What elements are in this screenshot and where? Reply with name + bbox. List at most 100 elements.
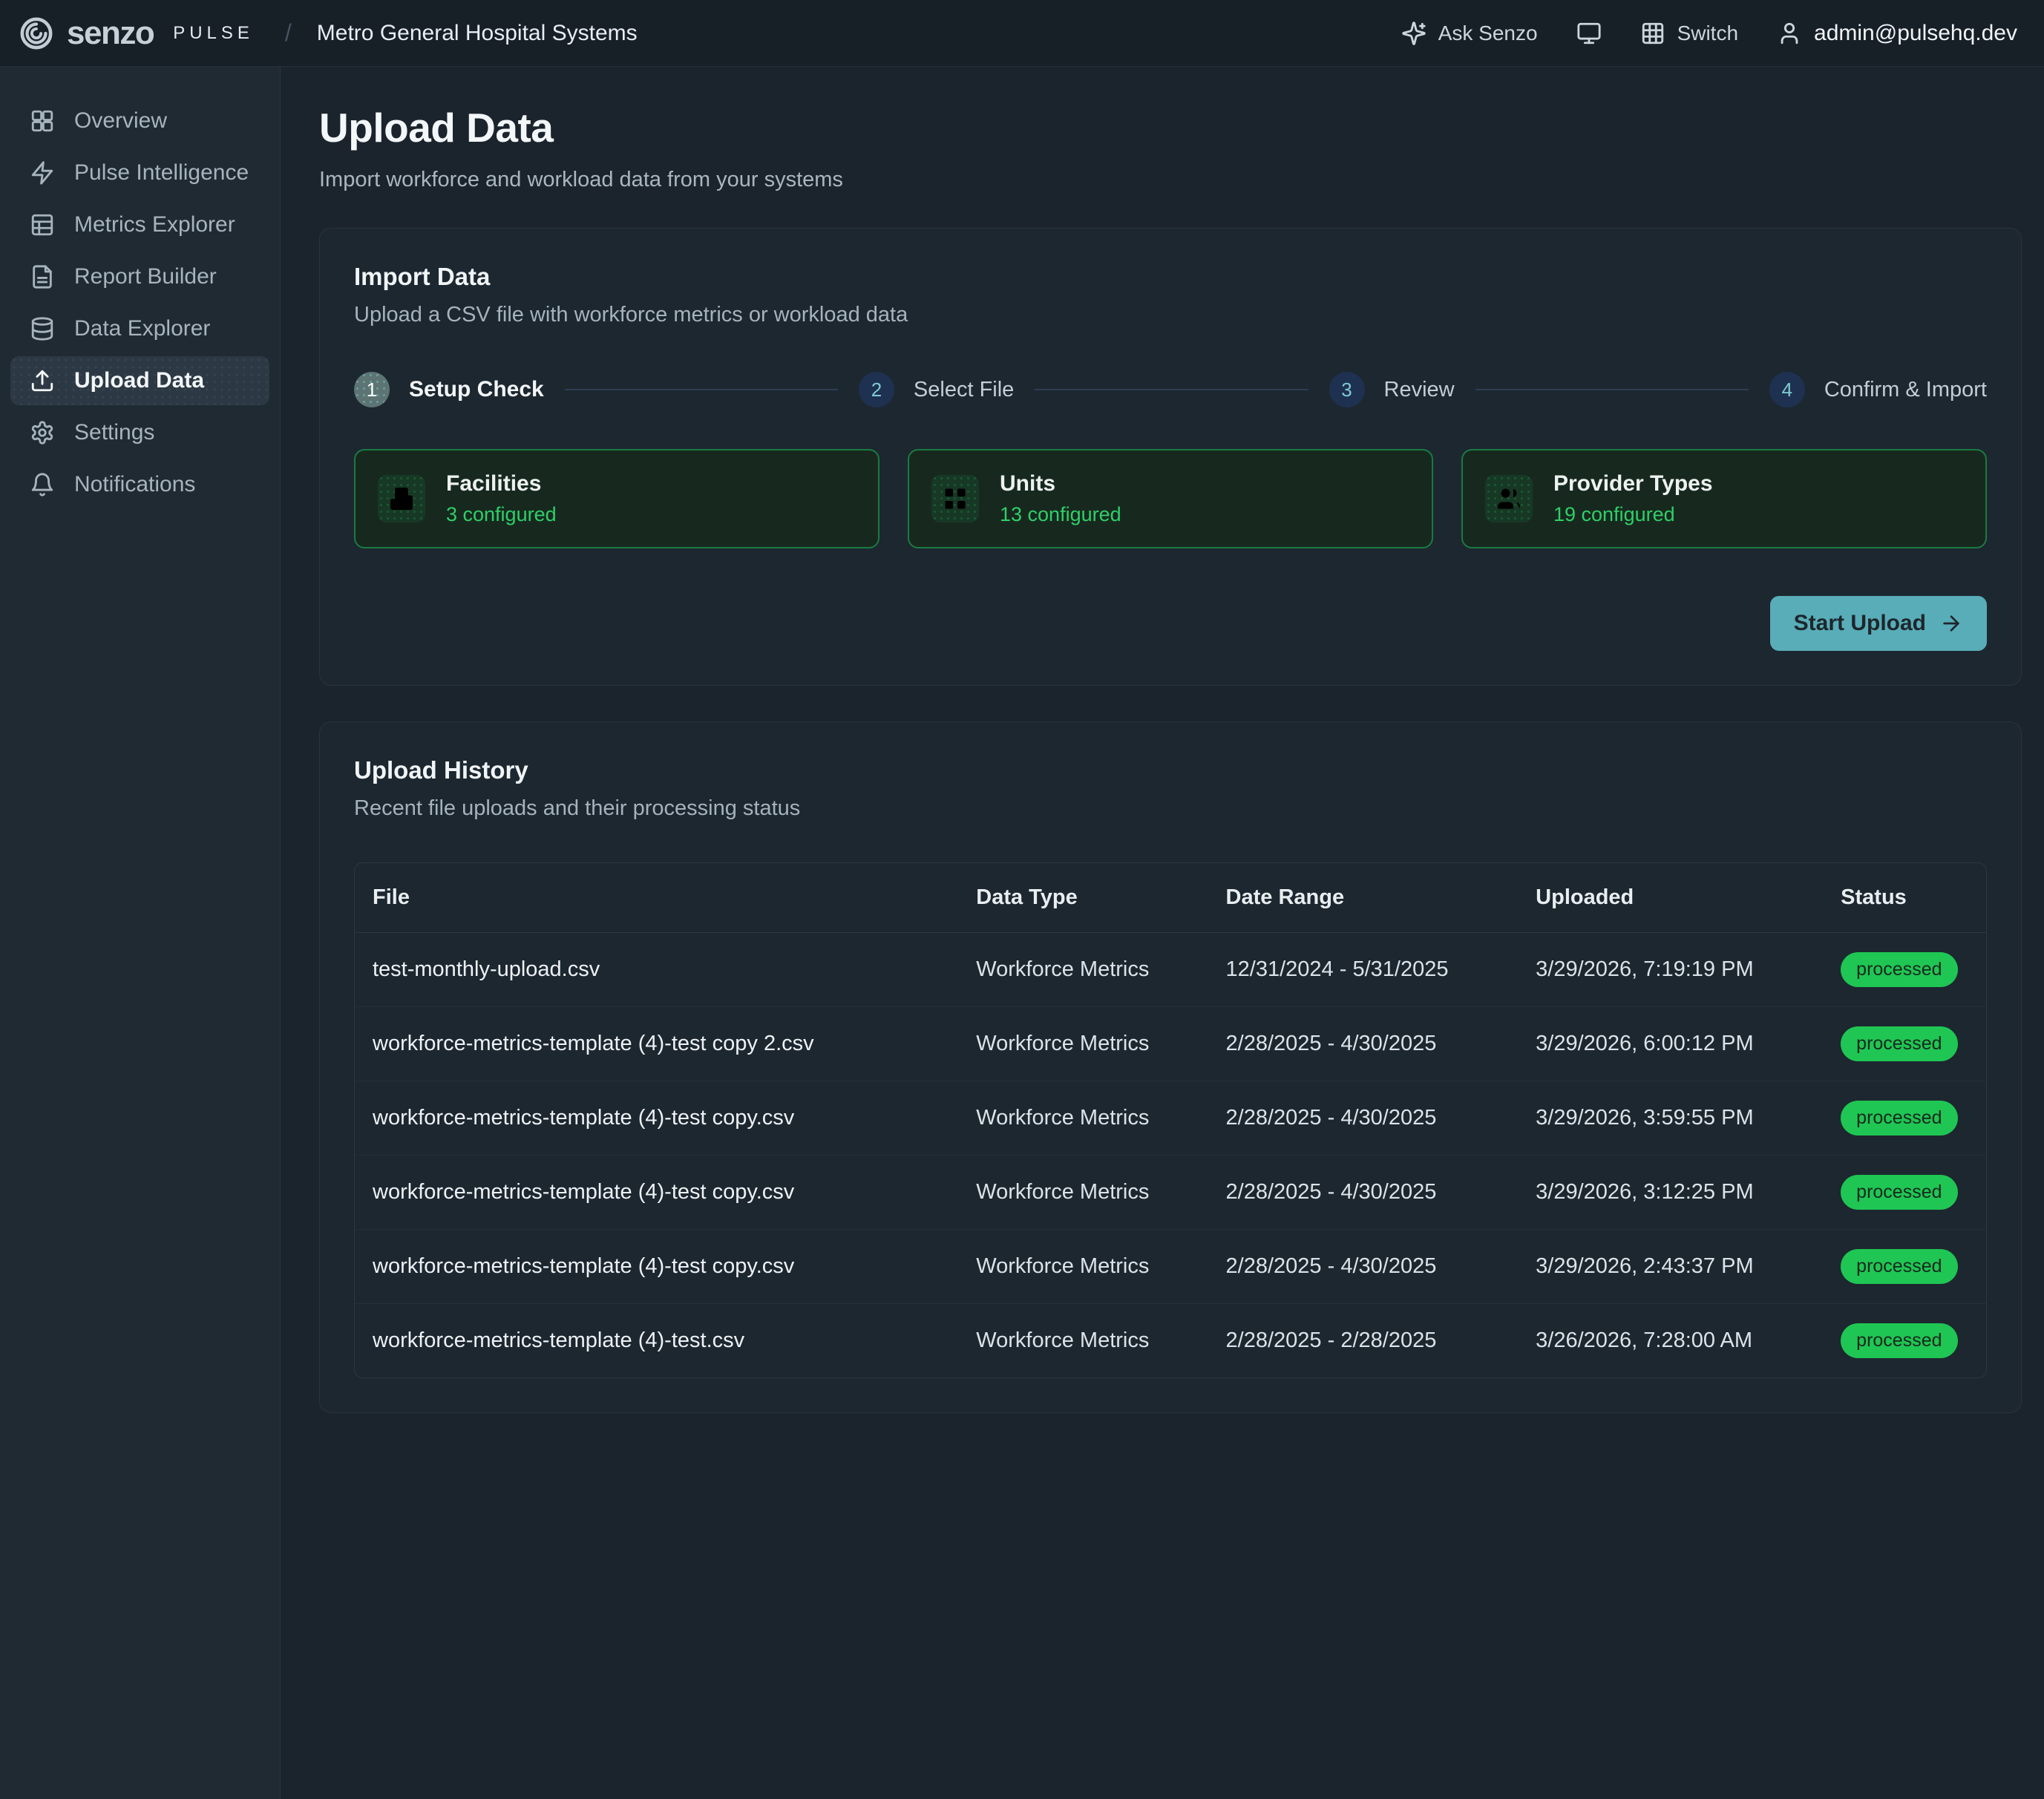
- cell-status: processed: [1823, 1230, 1986, 1304]
- sidebar-item-overview[interactable]: Overview: [10, 96, 269, 145]
- step-connector: [1475, 389, 1749, 390]
- brand-area: senzo PULSE / Metro General Hospital Sys…: [19, 15, 638, 52]
- history-title: Upload History: [354, 756, 1987, 784]
- display-mode-button[interactable]: [1576, 21, 1602, 46]
- table-header-row: File Data Type Date Range Uploaded Statu…: [355, 863, 1986, 933]
- cell-uploaded: 3/29/2026, 6:00:12 PM: [1518, 1007, 1823, 1081]
- gear-icon: [30, 420, 55, 445]
- cell-data-type: Workforce Metrics: [958, 1304, 1208, 1378]
- sidebar-item-settings[interactable]: Settings: [10, 408, 269, 457]
- table-row[interactable]: workforce-metrics-template (4)-test copy…: [355, 1007, 1986, 1081]
- topbar-actions: Ask Senzo Switch: [1401, 21, 2017, 46]
- cell-uploaded: 3/26/2026, 7:28:00 AM: [1518, 1304, 1823, 1378]
- users-icon: [1485, 475, 1533, 522]
- cell-uploaded: 3/29/2026, 3:59:55 PM: [1518, 1081, 1823, 1156]
- table-row[interactable]: workforce-metrics-template (4)-test copy…: [355, 1230, 1986, 1304]
- check-status: 19 configured: [1553, 503, 1713, 526]
- start-upload-button[interactable]: Start Upload: [1770, 596, 1987, 651]
- upload-history-card: Upload History Recent file uploads and t…: [319, 721, 2022, 1413]
- account-menu[interactable]: admin@pulsehq.dev: [1777, 21, 2017, 46]
- ask-senzo-label: Ask Senzo: [1438, 22, 1538, 45]
- table-icon: [30, 212, 55, 237]
- import-data-card: Import Data Upload a CSV file with workf…: [319, 228, 2022, 686]
- overview-icon: [30, 108, 55, 134]
- check-card-text: Facilities 3 configured: [446, 471, 557, 526]
- provider-types-check-card: Provider Types 19 configured: [1461, 449, 1987, 548]
- breadcrumb-separator: /: [285, 19, 292, 47]
- cell-status: processed: [1823, 1304, 1986, 1378]
- start-upload-label: Start Upload: [1794, 611, 1926, 636]
- step-select-file: 2 Select File: [859, 372, 1014, 407]
- cell-uploaded: 3/29/2026, 2:43:37 PM: [1518, 1230, 1823, 1304]
- page-subtitle: Import workforce and workload data from …: [319, 168, 2022, 192]
- cell-data-type: Workforce Metrics: [958, 933, 1208, 1007]
- step-label: Review: [1384, 378, 1455, 402]
- cell-status: processed: [1823, 933, 1986, 1007]
- check-card-text: Units 13 configured: [1000, 471, 1121, 526]
- logo-product-label: PULSE: [173, 23, 254, 44]
- cell-data-type: Workforce Metrics: [958, 1230, 1208, 1304]
- column-header-date-range: Date Range: [1208, 863, 1519, 933]
- switch-button[interactable]: Switch: [1640, 21, 1738, 46]
- sidebar-item-label: Settings: [74, 420, 154, 445]
- cell-status: processed: [1823, 1156, 1986, 1230]
- cell-date-range: 2/28/2025 - 2/28/2025: [1208, 1304, 1519, 1378]
- cell-file: workforce-metrics-template (4)-test copy…: [355, 1156, 958, 1230]
- bell-icon: [30, 472, 55, 497]
- cell-file: test-monthly-upload.csv: [355, 933, 958, 1007]
- upload-history-table: File Data Type Date Range Uploaded Statu…: [354, 862, 1987, 1378]
- step-label: Confirm & Import: [1824, 378, 1987, 402]
- facilities-check-card: Facilities 3 configured: [354, 449, 879, 548]
- building-icon: [378, 475, 425, 522]
- cell-status: processed: [1823, 1007, 1986, 1081]
- sidebar-item-label: Upload Data: [74, 368, 204, 393]
- sidebar-item-label: Notifications: [74, 472, 195, 497]
- status-badge: processed: [1841, 1175, 1957, 1210]
- sidebar-item-data-explorer[interactable]: Data Explorer: [10, 304, 269, 353]
- logo-wordmark: senzo: [67, 15, 154, 52]
- zap-icon: [30, 160, 55, 186]
- setup-check-cards: Facilities 3 configured Units 13 configu…: [354, 449, 1987, 548]
- layout-grid-icon: [931, 475, 979, 522]
- status-badge: processed: [1841, 1026, 1957, 1061]
- breadcrumb-org-name: Metro General Hospital Systems: [317, 21, 638, 46]
- senzo-logo-icon: [19, 16, 53, 50]
- sidebar-item-report-builder[interactable]: Report Builder: [10, 252, 269, 301]
- cell-status: processed: [1823, 1081, 1986, 1156]
- arrow-right-icon: [1939, 612, 1963, 635]
- cell-file: workforce-metrics-template (4)-test copy…: [355, 1230, 958, 1304]
- cell-date-range: 12/31/2024 - 5/31/2025: [1208, 933, 1519, 1007]
- import-card-title: Import Data: [354, 263, 1987, 291]
- table-row[interactable]: workforce-metrics-template (4)-test copy…: [355, 1156, 1986, 1230]
- units-check-card: Units 13 configured: [908, 449, 1433, 548]
- sparkles-icon: [1401, 21, 1426, 46]
- sidebar-item-pulse-intelligence[interactable]: Pulse Intelligence: [10, 148, 269, 197]
- sidebar-nav: Overview Pulse Intelligence Metrics Expl…: [0, 67, 281, 1799]
- sidebar-item-upload-data[interactable]: Upload Data: [10, 356, 269, 405]
- cell-file: workforce-metrics-template (4)-test copy…: [355, 1081, 958, 1156]
- table-row[interactable]: test-monthly-upload.csv Workforce Metric…: [355, 933, 1986, 1007]
- step-number: 2: [859, 372, 894, 407]
- step-setup-check: 1 Setup Check: [354, 372, 544, 407]
- step-label: Setup Check: [409, 377, 544, 402]
- account-email: admin@pulsehq.dev: [1814, 21, 2017, 46]
- step-connector: [1035, 389, 1308, 390]
- import-card-subtitle: Upload a CSV file with workforce metrics…: [354, 303, 1987, 327]
- table-row[interactable]: workforce-metrics-template (4)-test.csv …: [355, 1304, 1986, 1378]
- step-label: Select File: [914, 378, 1014, 402]
- sidebar-item-label: Pulse Intelligence: [74, 160, 249, 186]
- sidebar-item-metrics-explorer[interactable]: Metrics Explorer: [10, 200, 269, 249]
- history-subtitle: Recent file uploads and their processing…: [354, 796, 1987, 821]
- cell-date-range: 2/28/2025 - 4/30/2025: [1208, 1081, 1519, 1156]
- check-title: Provider Types: [1553, 471, 1713, 497]
- check-status: 3 configured: [446, 503, 557, 526]
- ask-senzo-button[interactable]: Ask Senzo: [1401, 21, 1538, 46]
- check-card-text: Provider Types 19 configured: [1553, 471, 1713, 526]
- import-stepper: 1 Setup Check 2 Select File 3 Review 4 C…: [354, 372, 1987, 407]
- switch-label: Switch: [1677, 22, 1738, 45]
- table-row[interactable]: workforce-metrics-template (4)-test copy…: [355, 1081, 1986, 1156]
- cell-file: workforce-metrics-template (4)-test copy…: [355, 1007, 958, 1081]
- sidebar-item-label: Data Explorer: [74, 316, 210, 341]
- page-title: Upload Data: [319, 104, 2022, 151]
- sidebar-item-notifications[interactable]: Notifications: [10, 460, 269, 509]
